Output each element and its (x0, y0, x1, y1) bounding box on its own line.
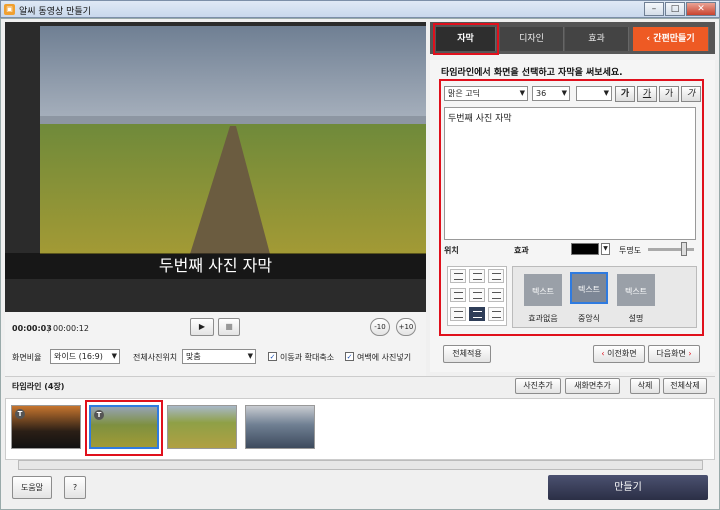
timeline-scrollbar[interactable] (18, 460, 703, 470)
total-time: 00:00:12 (53, 324, 89, 333)
play-icon: ▶ (198, 322, 206, 331)
preview-photo (40, 26, 426, 254)
aspect-label: 화면비율 (12, 353, 42, 362)
align-lines-icon (473, 311, 482, 318)
play-button[interactable]: ▶ (190, 318, 214, 336)
align-bottom-left-button[interactable] (450, 307, 466, 321)
effect-none-thumb[interactable]: 텍스트 (524, 274, 562, 306)
add-screen-button[interactable]: 새화면추가 (565, 378, 620, 394)
align-lines-icon (492, 292, 501, 299)
timeline-thumb-3[interactable] (167, 405, 237, 449)
question-button[interactable]: ? (64, 476, 86, 499)
stop-button[interactable]: ■ (218, 318, 240, 336)
timeline-thumb-4[interactable] (245, 405, 315, 449)
align-top-right-button[interactable] (488, 269, 504, 283)
delete-all-button[interactable]: 전체삭제 (663, 378, 707, 394)
align-lines-icon (492, 311, 501, 318)
forward-button[interactable]: +10 (396, 318, 416, 336)
outline-button[interactable]: 가 (659, 86, 679, 102)
tab-design[interactable]: 디자인 (500, 27, 564, 51)
font-select[interactable]: 맑은 고딕 ▼ (444, 86, 528, 101)
zoom-checkbox[interactable]: ✓ (268, 352, 277, 361)
preview-subtitle: 두번째 사진 자막 (5, 253, 426, 279)
chevron-down-icon: ▼ (561, 89, 567, 97)
align-lines-icon (473, 273, 482, 280)
align-lines-icon (454, 292, 463, 299)
effect-caption-thumb[interactable]: 텍스트 (617, 274, 655, 306)
align-middle-right-button[interactable] (488, 288, 504, 302)
subtitle-text-input[interactable]: 두번째 사진 자막 (444, 107, 696, 240)
current-time: 00:00:03 (12, 324, 52, 333)
align-bottom-right-button[interactable] (488, 307, 504, 321)
photo-position-label: 전체사진위치 (133, 353, 178, 362)
chevron-down-icon: ▼ (111, 352, 117, 360)
align-middle-left-button[interactable] (450, 288, 466, 302)
stop-icon: ■ (225, 322, 233, 331)
fill-checkbox[interactable]: ✓ (345, 352, 354, 361)
bold-button[interactable]: 가 (615, 86, 635, 102)
text-badge-icon: T (15, 409, 25, 419)
chevron-right-icon: › (685, 349, 692, 358)
effect-caption-label: 설명 (628, 314, 644, 323)
rewind-button[interactable]: -10 (370, 318, 390, 336)
minimize-button[interactable]: – (644, 2, 664, 16)
effect-center-label: 중앙식 (577, 314, 601, 323)
maximize-button[interactable]: □ (665, 2, 685, 16)
chevron-down-icon[interactable]: ▼ (601, 243, 610, 255)
text-color-swatch[interactable] (571, 243, 599, 255)
delete-button[interactable]: 삭제 (630, 378, 660, 394)
tab-effect[interactable]: 효과 (565, 27, 629, 51)
opacity-slider[interactable] (648, 248, 694, 251)
chevron-down-icon: ▼ (603, 89, 609, 97)
playback-controls (5, 312, 426, 376)
close-button[interactable]: ✕ (686, 2, 716, 16)
align-lines-icon (473, 292, 482, 299)
font-color-picker[interactable]: ▼ (576, 86, 612, 101)
next-screen-button[interactable]: 다음화면 › (648, 345, 700, 363)
effect-center-thumb[interactable]: 텍스트 (570, 272, 608, 304)
chevron-down-icon: ▼ (247, 352, 253, 360)
quick-make-button[interactable]: ‹ 간편만들기 (633, 27, 709, 51)
timeline-thumb-2[interactable]: T (89, 405, 159, 449)
chevron-down-icon: ▼ (519, 89, 525, 97)
position-label: 위치 (444, 246, 459, 255)
align-middle-center-button[interactable] (469, 288, 485, 302)
text-badge-icon: T (94, 410, 104, 420)
align-lines-icon (492, 273, 501, 280)
opacity-label: 투명도 (619, 246, 642, 255)
opacity-slider-handle[interactable] (681, 242, 687, 256)
prev-screen-button[interactable]: ‹ 이전화면 (593, 345, 645, 363)
aspect-select[interactable]: 와이드 (16:9) ▼ (50, 349, 120, 364)
shadow-button[interactable]: 가 (681, 86, 701, 102)
effect-none-label: 효과없음 (528, 314, 558, 323)
align-top-left-button[interactable] (450, 269, 466, 283)
app-icon: ▣ (4, 4, 15, 15)
help-button[interactable]: 도움말 (12, 476, 52, 499)
font-size-select[interactable]: 36 ▼ (532, 86, 570, 101)
align-lines-icon (454, 311, 463, 318)
make-button[interactable]: 만들기 (548, 475, 708, 500)
zoom-label: 이동과 확대축소 (280, 353, 335, 362)
window-title: 알씨 동영상 만들기 (19, 7, 91, 17)
align-lines-icon (454, 273, 463, 280)
photo-position-select[interactable]: 맞춤 ▼ (182, 349, 256, 364)
title-bar: ▣ 알씨 동영상 만들기 – □ ✕ (0, 0, 720, 18)
instruction-text: 타임라인에서 화면을 선택하고 자막을 써보세요. (441, 68, 623, 78)
align-bottom-center-button[interactable] (469, 307, 485, 321)
add-photo-button[interactable]: 사진추가 (515, 378, 561, 394)
apply-all-button[interactable]: 전체적용 (443, 345, 491, 363)
effect-label: 효과 (514, 246, 529, 255)
fill-label: 여백에 사진넣기 (357, 353, 412, 362)
timeline-thumb-1[interactable]: T (11, 405, 81, 449)
align-top-center-button[interactable] (469, 269, 485, 283)
timeline-title: 타임라인 (4장) (12, 382, 65, 391)
tab-highlight (433, 23, 499, 55)
underline-button[interactable]: 가 (637, 86, 657, 102)
